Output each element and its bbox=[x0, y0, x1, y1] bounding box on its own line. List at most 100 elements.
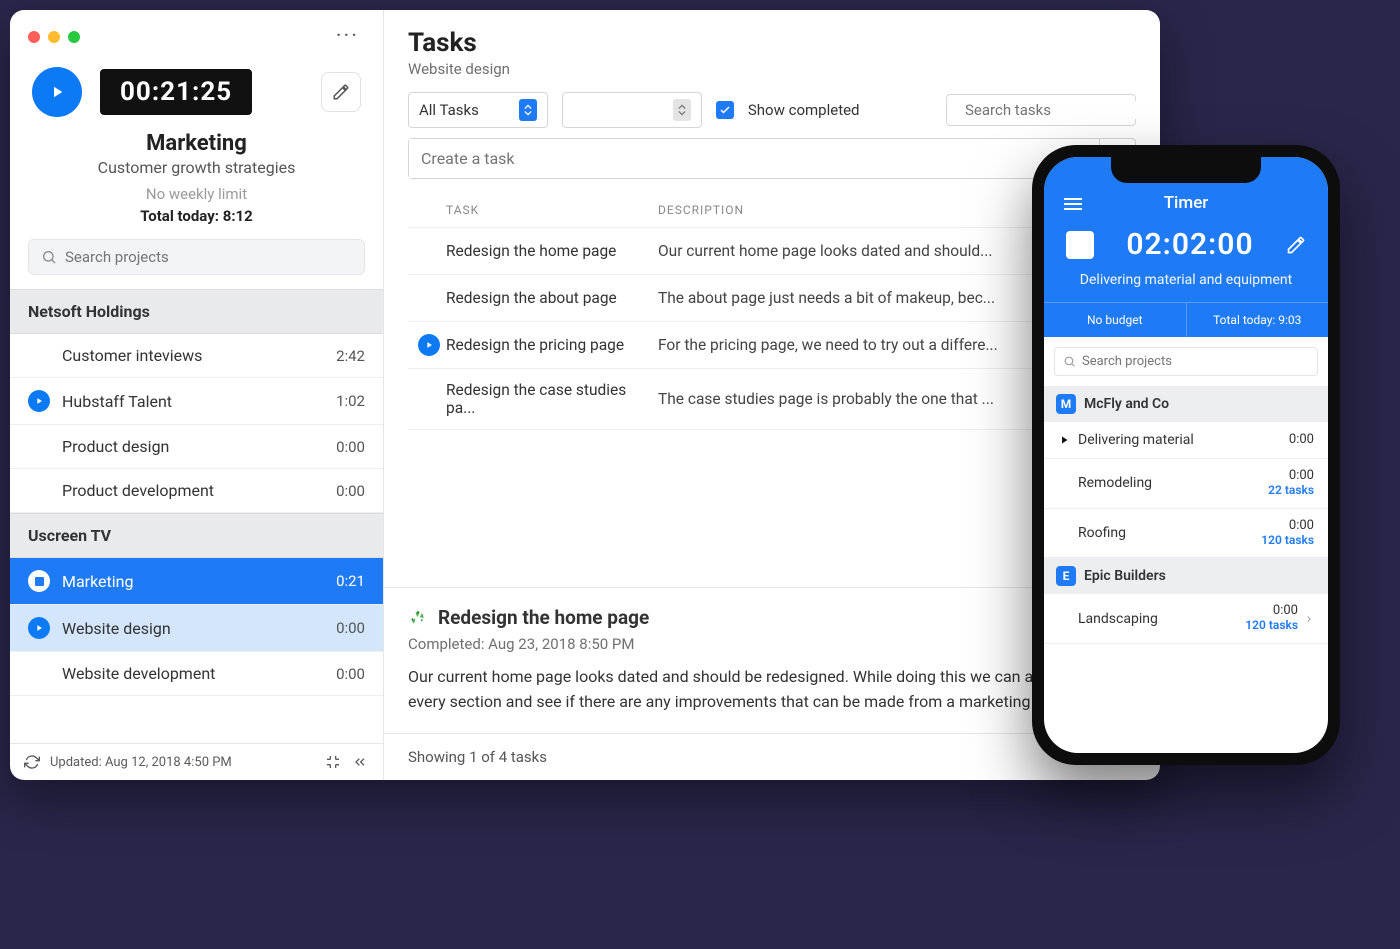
page-title: Tasks bbox=[408, 28, 1136, 58]
project-name: Roofing bbox=[1058, 525, 1261, 541]
active-project-subtitle: Customer growth strategies bbox=[10, 158, 383, 177]
check-icon bbox=[719, 104, 731, 116]
play-icon bbox=[34, 396, 44, 406]
collapse-icon[interactable] bbox=[351, 754, 369, 770]
edit-timer-button[interactable] bbox=[321, 72, 361, 112]
more-menu-icon[interactable]: ··· bbox=[336, 24, 365, 49]
sidebar: ··· 00:21:25 Marketing Customer growth s… bbox=[10, 10, 384, 780]
play-project-button[interactable] bbox=[28, 390, 50, 412]
project-name: Product design bbox=[62, 437, 169, 456]
task-filter-select[interactable]: All Tasks bbox=[408, 92, 548, 128]
edit-timer-button[interactable] bbox=[1286, 235, 1306, 255]
task-row[interactable]: Redesign the home page Our current home … bbox=[408, 228, 1136, 275]
project-row[interactable]: Product development 0:00 bbox=[10, 469, 383, 513]
project-name: Website development bbox=[62, 664, 215, 683]
window-controls: ··· bbox=[10, 10, 383, 49]
maximize-window-button[interactable] bbox=[68, 31, 80, 43]
close-window-button[interactable] bbox=[28, 31, 40, 43]
play-project-button[interactable] bbox=[28, 617, 50, 639]
project-time: 0:00 bbox=[336, 665, 365, 683]
project-row[interactable]: Customer inteviews 2:42 bbox=[10, 334, 383, 378]
create-task-input[interactable]: + bbox=[408, 138, 1136, 179]
secondary-filter-select[interactable] bbox=[562, 92, 702, 128]
project-name: Remodeling bbox=[1058, 475, 1268, 491]
minimize-icon[interactable] bbox=[325, 754, 341, 770]
phone-title: Timer bbox=[1164, 193, 1209, 213]
menu-button[interactable] bbox=[1064, 195, 1082, 213]
no-budget-label: No budget bbox=[1044, 303, 1187, 337]
task-name: Redesign the pricing page bbox=[446, 336, 658, 354]
page-subtitle: Website design bbox=[408, 60, 1136, 78]
project-time: 0:00 bbox=[336, 482, 365, 500]
filter-row: All Tasks Show completed bbox=[408, 92, 1136, 128]
project-group-header: Netsoft Holdings bbox=[10, 289, 383, 334]
phone-subtitle: Delivering material and equipment bbox=[1060, 272, 1312, 288]
play-icon bbox=[34, 623, 44, 633]
phone-project-row[interactable]: Roofing 0:00120 tasks bbox=[1044, 509, 1328, 559]
task-name: Redesign the case studies pa... bbox=[446, 381, 658, 417]
group-badge: M bbox=[1056, 394, 1076, 414]
project-time: 0:00 bbox=[336, 438, 365, 456]
phone-notch bbox=[1111, 157, 1261, 183]
detail-completed: Completed: Aug 23, 2018 8:50 PM bbox=[408, 635, 1136, 653]
project-task-count: 120 tasks bbox=[1245, 619, 1298, 633]
phone-project-row[interactable]: Landscaping 0:00120 tasks bbox=[1044, 594, 1328, 644]
group-name: McFly and Co bbox=[1084, 396, 1169, 412]
phone-timer: 02:02:00 bbox=[1126, 227, 1253, 262]
pencil-icon bbox=[332, 83, 350, 101]
project-time: 0:00 bbox=[336, 619, 365, 637]
active-project-title: Marketing bbox=[10, 131, 383, 156]
project-time: 1:02 bbox=[336, 392, 365, 410]
phone-group-header: M McFly and Co bbox=[1044, 386, 1328, 422]
search-icon bbox=[1063, 355, 1076, 368]
col-task-header: TASK bbox=[418, 203, 658, 217]
phone-frame: Timer 02:02:00 Delivering material and e… bbox=[1032, 145, 1340, 765]
project-row[interactable]: Website development 0:00 bbox=[10, 652, 383, 696]
play-task-button[interactable] bbox=[418, 334, 440, 356]
detail-body: Our current home page looks dated and sh… bbox=[408, 665, 1136, 715]
stop-timer-button[interactable] bbox=[1066, 231, 1094, 259]
start-timer-button[interactable] bbox=[32, 67, 82, 117]
minimize-window-button[interactable] bbox=[48, 31, 60, 43]
project-row[interactable]: Product design 0:00 bbox=[10, 425, 383, 469]
search-projects-input[interactable] bbox=[28, 239, 365, 275]
phone-header: Timer 02:02:00 Delivering material and e… bbox=[1044, 157, 1328, 337]
search-tasks-input[interactable] bbox=[946, 94, 1136, 126]
play-icon bbox=[424, 340, 434, 350]
group-badge: E bbox=[1056, 566, 1076, 586]
show-completed-label: Show completed bbox=[748, 101, 860, 119]
phone-project-row[interactable]: Remodeling 0:0022 tasks bbox=[1044, 459, 1328, 509]
project-name: Marketing bbox=[62, 572, 133, 591]
project-time: 0:00 bbox=[1273, 604, 1298, 619]
timer-display: 00:21:25 bbox=[100, 69, 252, 115]
stop-project-button[interactable] bbox=[28, 570, 50, 592]
select-arrows-icon bbox=[673, 99, 691, 121]
group-name: Epic Builders bbox=[1084, 568, 1166, 584]
play-icon bbox=[48, 83, 66, 101]
project-row[interactable]: Website design 0:00 bbox=[10, 605, 383, 652]
phone-search-input[interactable] bbox=[1054, 347, 1318, 376]
task-row[interactable]: Redesign the pricing page For the pricin… bbox=[408, 322, 1136, 369]
project-name: Delivering material bbox=[1078, 432, 1289, 448]
project-name: Customer inteviews bbox=[62, 346, 202, 365]
project-name: Product development bbox=[62, 481, 214, 500]
select-arrows-icon bbox=[519, 99, 537, 121]
project-group-header: Uscreen TV bbox=[10, 513, 383, 558]
phone-screen: Timer 02:02:00 Delivering material and e… bbox=[1044, 157, 1328, 753]
chevron-right-icon bbox=[1304, 612, 1314, 626]
project-row[interactable]: Hubstaff Talent 1:02 bbox=[10, 378, 383, 425]
select-value: All Tasks bbox=[419, 101, 479, 119]
refresh-icon[interactable] bbox=[24, 754, 40, 770]
task-row[interactable]: Redesign the case studies pa... The case… bbox=[408, 369, 1136, 430]
project-time: 0:00 bbox=[1289, 519, 1314, 534]
project-row[interactable]: Marketing 0:21 bbox=[10, 558, 383, 605]
task-name: Redesign the about page bbox=[446, 289, 658, 307]
desktop-window: ··· 00:21:25 Marketing Customer growth s… bbox=[10, 10, 1160, 780]
pencil-icon bbox=[1286, 235, 1306, 255]
phone-project-row[interactable]: Delivering material 0:00 bbox=[1044, 422, 1328, 459]
show-completed-checkbox[interactable] bbox=[716, 101, 734, 119]
project-time: 0:00 bbox=[1289, 433, 1314, 448]
task-table-header: TASK DESCRIPTION bbox=[408, 179, 1136, 228]
last-updated-label: Updated: Aug 12, 2018 4:50 PM bbox=[50, 755, 232, 770]
task-row[interactable]: Redesign the about page The about page j… bbox=[408, 275, 1136, 322]
